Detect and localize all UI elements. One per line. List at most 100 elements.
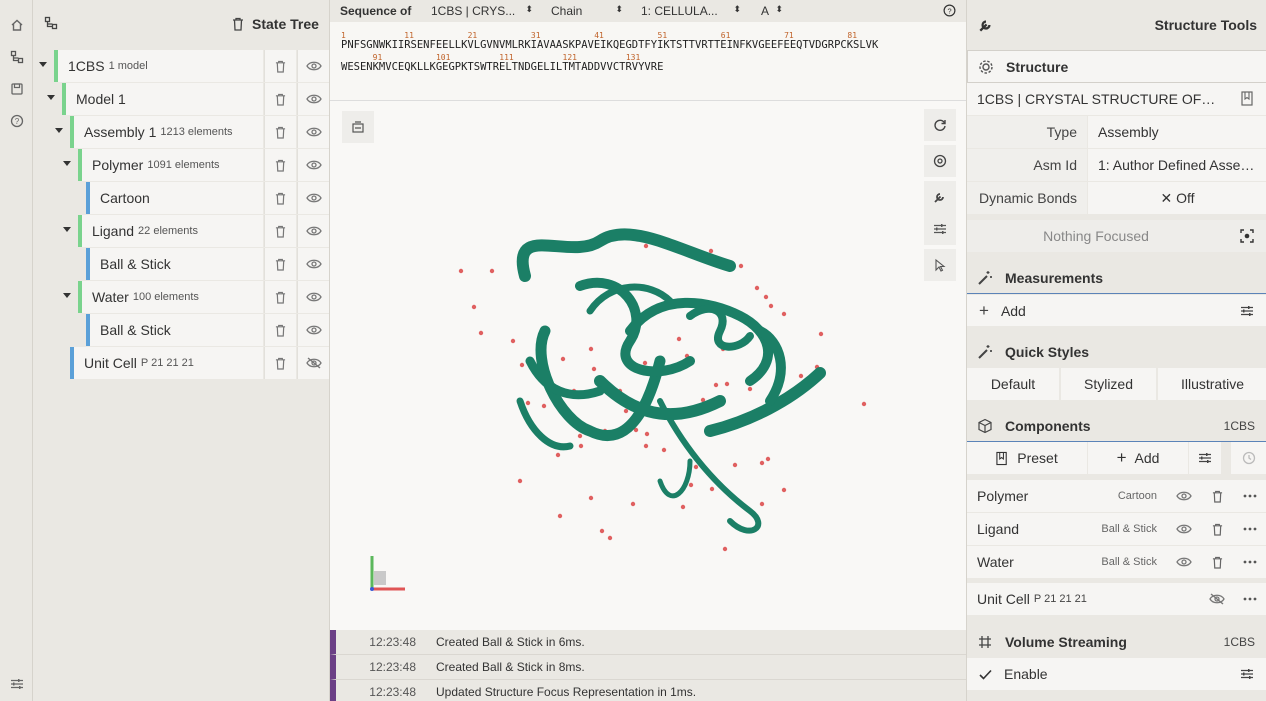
sliders-icon[interactable] bbox=[1231, 658, 1263, 690]
components-header[interactable]: Components 1CBS bbox=[967, 410, 1266, 442]
settings-icon[interactable] bbox=[6, 673, 27, 694]
tree-node-sub: 100 elements bbox=[132, 291, 199, 303]
eye-hidden-icon[interactable] bbox=[1201, 583, 1233, 615]
trash-icon[interactable] bbox=[264, 314, 296, 346]
trash-icon[interactable] bbox=[1201, 513, 1233, 545]
component-row[interactable]: Ligand Ball & Stick bbox=[967, 513, 1266, 545]
trash-icon[interactable] bbox=[264, 248, 296, 280]
tree-node[interactable]: Unit Cell P 21 21 21 bbox=[70, 347, 263, 379]
trash-icon[interactable] bbox=[1201, 546, 1233, 578]
chain-select[interactable]: A ⬍ bbox=[761, 4, 783, 18]
trash-icon[interactable] bbox=[264, 281, 296, 313]
water-dot bbox=[478, 330, 484, 336]
eye-icon[interactable] bbox=[1168, 513, 1200, 545]
tree-node[interactable]: Ball & Stick bbox=[86, 314, 263, 346]
chevron-down-icon[interactable] bbox=[63, 227, 71, 232]
trash-icon[interactable] bbox=[264, 215, 296, 247]
sliders-icon[interactable] bbox=[1231, 295, 1263, 327]
asm-id-value[interactable]: 1: Author Defined Asse… bbox=[1088, 149, 1266, 181]
eye-icon[interactable] bbox=[297, 215, 329, 247]
trash-icon[interactable] bbox=[1201, 480, 1233, 512]
tree-icon[interactable] bbox=[44, 16, 58, 30]
history-icon[interactable] bbox=[1231, 442, 1266, 474]
component-name: Water bbox=[977, 554, 1014, 570]
component-row[interactable]: Polymer Cartoon bbox=[967, 480, 1266, 512]
eye-icon[interactable] bbox=[1168, 480, 1200, 512]
volume-streaming-tag: 1CBS bbox=[1223, 635, 1255, 649]
tree-node[interactable]: Model 1 bbox=[62, 83, 263, 115]
axes-gizmo bbox=[370, 556, 405, 591]
tree-node[interactable]: Ball & Stick bbox=[86, 248, 263, 280]
water-dot bbox=[661, 447, 667, 453]
volume-streaming-header[interactable]: Volume Streaming 1CBS bbox=[967, 626, 1266, 658]
sequence-line-2[interactable]: WESENKMVCEQKLLKGEGPKTSWTRELTNDGELILTMTAD… bbox=[341, 61, 663, 73]
tree-node[interactable]: Assembly 1 1213 elements bbox=[70, 116, 263, 148]
volume-enable-button[interactable]: Enable bbox=[967, 658, 1266, 690]
eye-icon[interactable] bbox=[297, 116, 329, 148]
structure-section-header[interactable]: Structure bbox=[967, 50, 1266, 83]
style-default-button[interactable]: Default bbox=[967, 368, 1059, 400]
chevron-down-icon[interactable] bbox=[63, 293, 71, 298]
more-icon[interactable] bbox=[1234, 546, 1266, 578]
style-stylized-button[interactable]: Stylized bbox=[1061, 368, 1156, 400]
trash-icon[interactable] bbox=[232, 17, 244, 31]
eye-icon[interactable] bbox=[297, 281, 329, 313]
quick-styles-header[interactable]: Quick Styles bbox=[967, 336, 1266, 368]
type-value[interactable]: Assembly bbox=[1088, 116, 1266, 148]
molecule-render[interactable] bbox=[330, 101, 967, 631]
style-illustrative-button[interactable]: Illustrative bbox=[1158, 368, 1266, 400]
entity-select[interactable]: 1: CELLULA... ⬍ bbox=[641, 4, 741, 18]
water-dot bbox=[623, 408, 629, 414]
trash-icon[interactable] bbox=[264, 182, 296, 214]
component-row[interactable]: Water Ball & Stick bbox=[967, 546, 1266, 578]
chevron-down-icon[interactable] bbox=[63, 161, 71, 166]
more-icon[interactable] bbox=[1234, 513, 1266, 545]
dynamic-bonds-toggle[interactable]: ✕ Off bbox=[1088, 182, 1266, 214]
structure-select[interactable]: 1CBS | CRYS... ⬍ bbox=[431, 4, 533, 18]
eye-hidden-icon[interactable] bbox=[297, 347, 329, 379]
structure-selector[interactable]: 1CBS | CRYSTAL STRUCTURE OF… bbox=[967, 83, 1266, 115]
preset-button[interactable]: Preset bbox=[967, 442, 1087, 474]
water-dot bbox=[541, 403, 547, 409]
focus-target-icon[interactable] bbox=[1231, 220, 1263, 252]
home-icon[interactable] bbox=[6, 14, 27, 35]
tree-node[interactable]: Cartoon bbox=[86, 182, 263, 214]
tree-icon[interactable] bbox=[6, 46, 27, 67]
eye-icon[interactable] bbox=[297, 314, 329, 346]
eye-icon[interactable] bbox=[1168, 546, 1200, 578]
trash-icon[interactable] bbox=[264, 116, 296, 148]
chevron-down-icon[interactable] bbox=[47, 95, 55, 100]
trash-icon[interactable] bbox=[264, 149, 296, 181]
3d-viewport[interactable] bbox=[330, 100, 967, 630]
help-icon[interactable]: ? bbox=[6, 110, 27, 131]
eye-icon[interactable] bbox=[297, 149, 329, 181]
eye-icon[interactable] bbox=[297, 50, 329, 82]
components-add-button[interactable]: + Add bbox=[1088, 442, 1188, 474]
log-message: Created Ball & Stick in 6ms. bbox=[436, 635, 585, 649]
chevron-down-icon[interactable] bbox=[39, 62, 47, 67]
tree-node[interactable]: Water 100 elements bbox=[78, 281, 263, 313]
bookmark-icon[interactable] bbox=[1241, 91, 1255, 106]
structure-name: 1CBS | CRYSTAL STRUCTURE OF… bbox=[977, 91, 1216, 107]
tree-node[interactable]: Polymer 1091 elements bbox=[78, 149, 263, 181]
more-icon[interactable] bbox=[1234, 583, 1266, 615]
measurements-add-button[interactable]: + Add bbox=[967, 295, 1266, 326]
eye-icon[interactable] bbox=[297, 182, 329, 214]
tree-node[interactable]: 1CBS 1 model bbox=[54, 50, 263, 82]
more-icon[interactable] bbox=[1234, 480, 1266, 512]
tree-node[interactable]: Ligand 22 elements bbox=[78, 215, 263, 247]
eye-icon[interactable] bbox=[297, 248, 329, 280]
unit-cell-row[interactable]: Unit Cell P 21 21 21 bbox=[967, 583, 1266, 615]
measurements-header[interactable]: Measurements bbox=[967, 262, 1266, 294]
mode-select[interactable]: Chain ⬍ bbox=[551, 4, 623, 18]
help-icon[interactable]: ? bbox=[943, 4, 956, 17]
save-icon[interactable] bbox=[6, 78, 27, 99]
trash-icon[interactable] bbox=[264, 50, 296, 82]
sliders-icon[interactable] bbox=[1189, 442, 1221, 474]
sequence-text[interactable]: PNFSGNWKIIRSENFEELLKVLGVNVMLRKIAVAASKPAV… bbox=[341, 34, 878, 78]
trash-icon[interactable] bbox=[264, 83, 296, 115]
sequence-line-1[interactable]: PNFSGNWKIIRSENFEELLKVLGVNVMLRKIAVAASKPAV… bbox=[341, 39, 878, 51]
trash-icon[interactable] bbox=[264, 347, 296, 379]
eye-icon[interactable] bbox=[297, 83, 329, 115]
chevron-down-icon[interactable] bbox=[55, 128, 63, 133]
